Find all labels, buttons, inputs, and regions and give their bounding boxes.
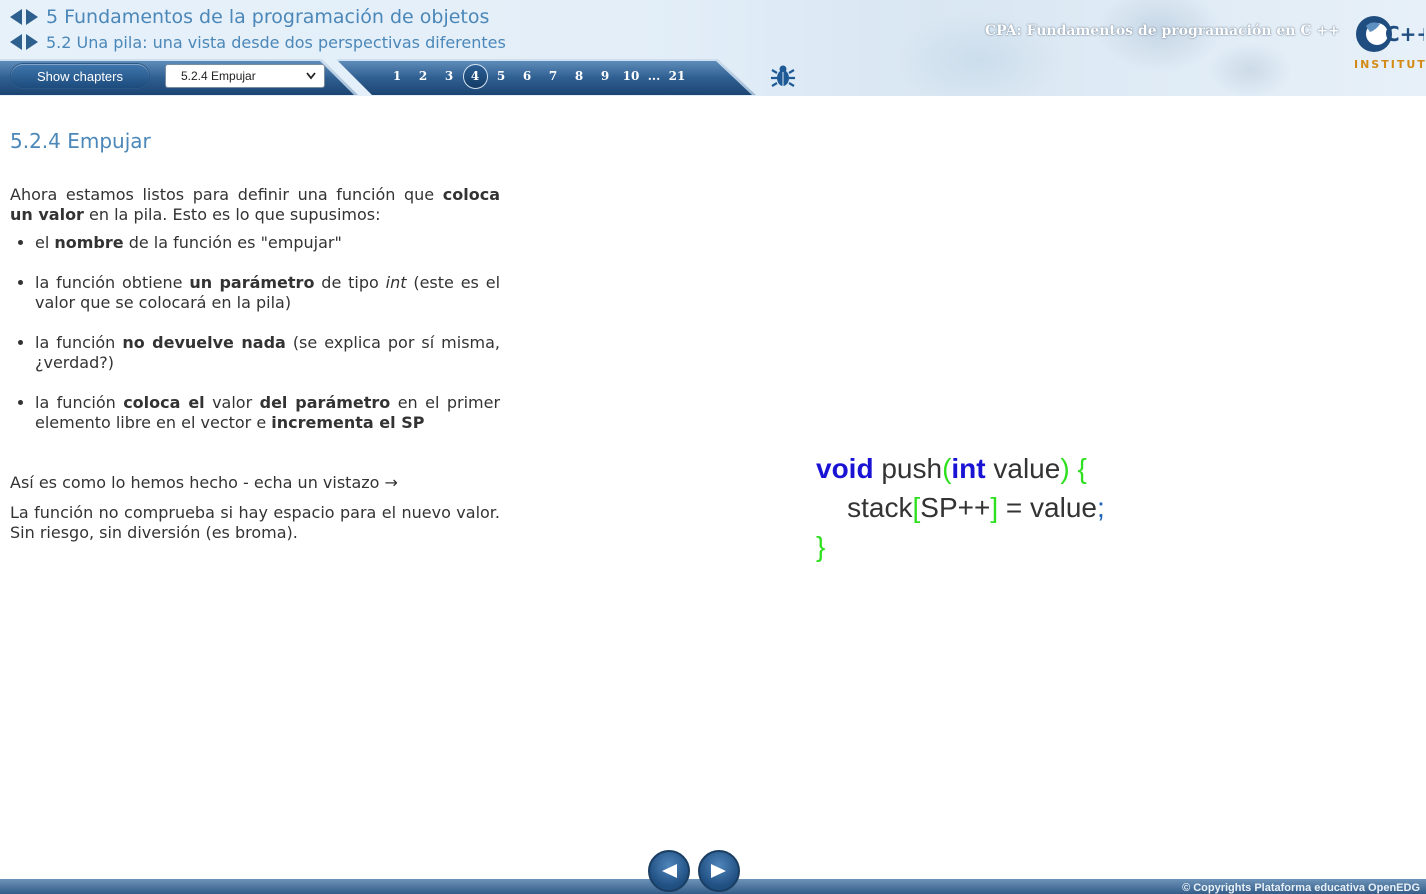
text: la función	[35, 393, 124, 412]
chapter-title: 5 Fundamentos de la programación de obje…	[46, 6, 490, 28]
page-title: 5.2.4 Empujar	[10, 129, 151, 153]
text: de la función es "empujar"	[123, 233, 342, 252]
code-bracket: (	[942, 453, 952, 484]
code-bracket: {	[1077, 453, 1087, 484]
code-bracket: )	[1060, 453, 1070, 484]
list-item: la función coloca el valor del parámetro…	[35, 393, 500, 433]
chapter-select[interactable]: 5.2.4 Empujar	[165, 64, 325, 88]
text-bold: del parámetro	[259, 393, 391, 412]
text: la función	[35, 333, 123, 352]
show-chapters-button[interactable]: Show chapters	[11, 64, 149, 88]
prev-section-icon[interactable]	[8, 32, 24, 52]
intro-paragraph: Ahora estamos listos para definir una fu…	[10, 185, 500, 225]
page-ellipsis: ...	[647, 69, 661, 83]
text-bold: incrementa el SP	[271, 413, 425, 432]
page-link-last[interactable]: 21	[664, 64, 690, 88]
page-pagination: 1 2 3 4 5 6 7 8 9 10 ... 21	[384, 63, 690, 89]
header: 5 Fundamentos de la programación de obje…	[0, 0, 1426, 96]
page-link-label: 21	[668, 69, 686, 83]
section-title: 5.2 Una pila: una vista desde dos perspe…	[46, 32, 506, 52]
text: valor	[204, 393, 260, 412]
text-bold: nombre	[54, 233, 124, 252]
text: la función obtiene	[35, 273, 190, 292]
page-link-label: 7	[548, 69, 558, 83]
assumptions-list: el nombre de la función es "empujar" la …	[10, 233, 500, 433]
bug-report-icon[interactable]	[770, 63, 796, 89]
prev-chapter-icon[interactable]	[8, 7, 24, 27]
logo-institute-text: INSTITUTE	[1354, 58, 1426, 71]
next-section-icon[interactable]	[24, 32, 40, 52]
text-bold: coloca el	[123, 393, 205, 412]
code-text: stack	[847, 492, 913, 523]
page-link-label: 6	[522, 69, 532, 83]
page-link-label: 4	[462, 63, 488, 89]
arrow-left-icon	[662, 864, 677, 878]
list-item: la función obtiene un parámetro de tipo …	[35, 273, 500, 313]
list-item: la función no devuelve nada (se explica …	[35, 333, 500, 373]
code-text: value	[985, 453, 1061, 484]
course-title: CPA: Fundamentos de programación en C ++	[985, 23, 1340, 39]
page-link-label: 2	[418, 69, 428, 83]
code-bracket: }	[816, 531, 826, 562]
page-link-label: 10	[622, 69, 640, 83]
next-page-button[interactable]	[698, 850, 740, 892]
logo-text: C++	[1385, 22, 1424, 46]
page-link-8[interactable]: 8	[566, 64, 592, 88]
lookup-paragraph: Así es como lo hemos hecho - echa un vis…	[10, 473, 398, 492]
page-link-10[interactable]: 10	[618, 64, 644, 88]
next-chapter-icon[interactable]	[24, 7, 40, 27]
arrow-right-icon	[711, 864, 726, 878]
chapter-select-value: 5.2.4 Empujar	[181, 69, 256, 83]
code-snippet: void push(int value) { stack[SP++] = val…	[816, 449, 1105, 566]
note-paragraph: La función no comprueba si hay espacio p…	[10, 503, 500, 542]
text: Ahora estamos listos para definir una fu…	[10, 185, 443, 204]
page-link-1[interactable]: 1	[384, 64, 410, 88]
page-link-7[interactable]: 7	[540, 64, 566, 88]
page-link-4-current[interactable]: 4	[462, 63, 488, 89]
page-link-label: 5	[496, 69, 506, 83]
section-nav: 5.2 Una pila: una vista desde dos perspe…	[8, 32, 506, 52]
lesson-text: Ahora estamos listos para definir una fu…	[10, 185, 500, 543]
page-link-6[interactable]: 6	[514, 64, 540, 88]
page-link-3[interactable]: 3	[436, 64, 462, 88]
code-bracket: ]	[990, 492, 999, 523]
code-keyword: int	[951, 453, 986, 484]
text-bold: no devuelve nada	[122, 333, 286, 352]
code-keyword: void	[816, 453, 874, 484]
copyright: © Copyrights Plataforma educativa OpenED…	[1182, 882, 1420, 894]
code-text: = value	[998, 492, 1097, 523]
text: de tipo	[314, 273, 386, 292]
code-text: push	[873, 453, 943, 484]
page-link-label: 8	[574, 69, 584, 83]
page-link-9[interactable]: 9	[592, 64, 618, 88]
page-link-label: 1	[392, 69, 402, 83]
list-item: el nombre de la función es "empujar"	[35, 233, 500, 253]
page-link-label: 9	[600, 69, 610, 83]
header-background-photo	[830, 0, 1300, 96]
code-semicolon: ;	[1096, 492, 1105, 523]
previous-page-button[interactable]	[648, 850, 690, 892]
text-italic: int	[385, 273, 407, 292]
text: en la pila. Esto es lo que supusimos:	[83, 205, 381, 224]
course-page: 5 Fundamentos de la programación de obje…	[0, 0, 1426, 894]
code-text: SP++	[920, 492, 991, 523]
text: el	[35, 233, 55, 252]
chapter-nav: 5 Fundamentos de la programación de obje…	[8, 6, 489, 28]
page-link-2[interactable]: 2	[410, 64, 436, 88]
chevron-down-icon	[306, 72, 316, 80]
page-link-5[interactable]: 5	[488, 64, 514, 88]
text-bold: un parámetro	[189, 273, 315, 292]
page-link-label: 3	[444, 69, 454, 83]
